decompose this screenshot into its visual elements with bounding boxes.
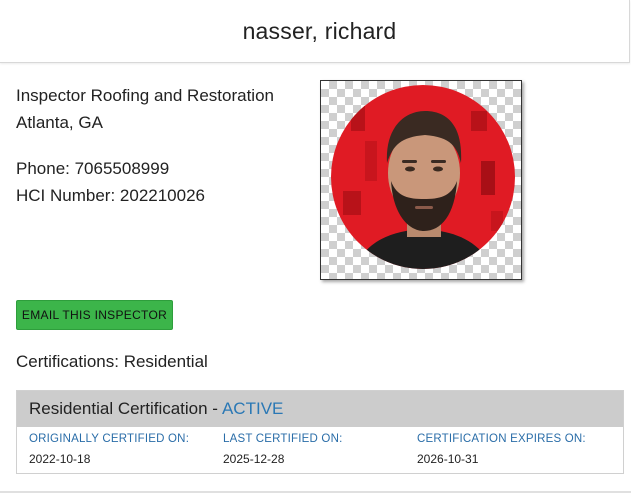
inspector-info: Inspector Roofing and Restoration Atlant… (16, 82, 274, 209)
inspector-avatar-icon (331, 85, 515, 269)
field-label: ORIGINALLY CERTIFIED ON: (29, 433, 190, 445)
field-value: 2026-10-31 (417, 452, 479, 466)
company-name: Inspector Roofing and Restoration (16, 86, 274, 105)
email-inspector-button[interactable]: EMAIL THIS INSPECTOR (16, 300, 173, 330)
originally-certified-column: ORIGINALLY CERTIFIED ON: 2022-10-18 (29, 433, 223, 466)
field-label: LAST CERTIFIED ON: (223, 433, 343, 445)
inspector-photo (320, 80, 522, 280)
modal-header: nasser, richard (0, 0, 630, 63)
certification-card-header: Residential Certification - ACTIVE (17, 391, 623, 427)
inspector-name-title: nasser, richard (242, 17, 397, 44)
status-badge: ACTIVE (221, 399, 284, 418)
certification-card: Residential Certification - ACTIVE ORIGI… (16, 390, 624, 474)
certifications-summary: Certifications: Residential (16, 352, 208, 371)
location: Atlanta, GA (16, 113, 103, 132)
certification-name: Residential Certification - (29, 399, 218, 418)
expires-column: CERTIFICATION EXPIRES ON: 2026-10-31 (417, 433, 611, 466)
field-label: CERTIFICATION EXPIRES ON: (417, 433, 586, 445)
phone-number: Phone: 7065508999 (16, 159, 170, 178)
field-value: 2025-12-28 (223, 452, 285, 466)
field-value: 2022-10-18 (29, 452, 91, 466)
hci-number: HCI Number: 202210026 (16, 186, 206, 205)
last-certified-column: LAST CERTIFIED ON: 2025-12-28 (223, 433, 417, 466)
